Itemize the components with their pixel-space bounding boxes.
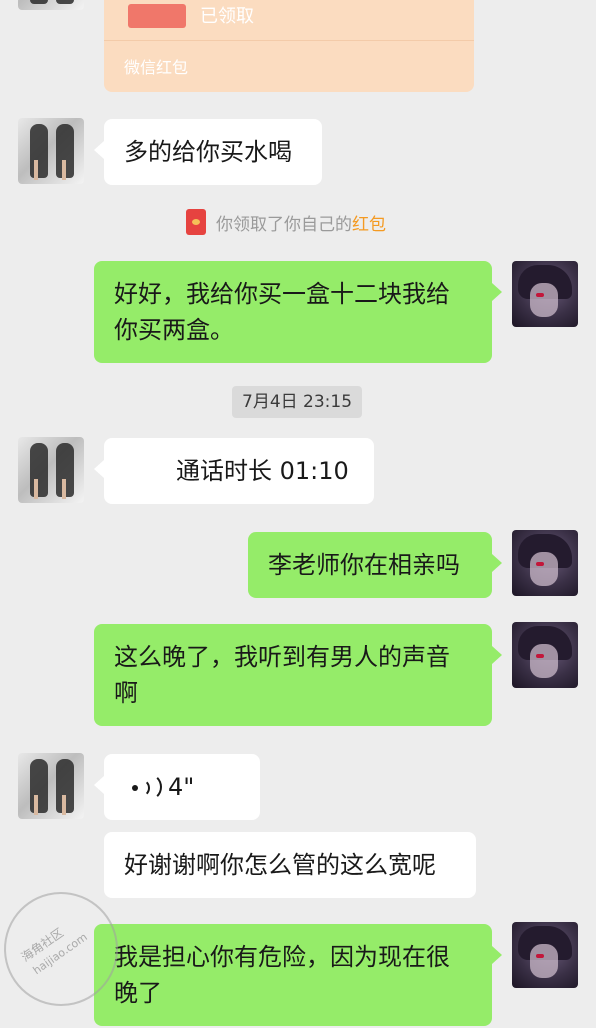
my-avatar[interactable] <box>512 622 578 688</box>
my-avatar[interactable] <box>512 261 578 327</box>
message-text: 多的给你买水喝 <box>124 138 292 166</box>
my-avatar[interactable] <box>512 922 578 988</box>
red-packet-status: 已领取 <box>200 6 254 27</box>
red-packet-card[interactable]: 已领取 微信红包 <box>104 0 474 92</box>
voice-message-bubble[interactable]: 4" <box>94 754 260 820</box>
message-bubble-sent[interactable]: 李老师你在相亲吗 <box>248 532 502 598</box>
call-record-bubble[interactable]: 通话时长 01:10 <box>94 438 374 504</box>
contact-avatar[interactable] <box>18 753 84 819</box>
message-bubble-received[interactable]: 好谢谢啊你怎么管的这么宽呢 <box>104 832 476 898</box>
message-bubble-received[interactable]: 多的给你买水喝 <box>94 119 322 185</box>
message-bubble-sent[interactable]: 好好，我给你买一盒十二块我给 你买两盒。 <box>94 261 502 363</box>
voice-duration: 4" <box>168 773 195 801</box>
red-packet-icon <box>128 4 186 28</box>
message-bubble-sent[interactable]: 我是担心你有危险，因为现在很 晚了 <box>94 924 502 1026</box>
system-notice: 你领取了你自己的 红包 <box>186 209 386 235</box>
message-line: 啊 <box>114 679 138 707</box>
contact-avatar[interactable] <box>18 437 84 503</box>
message-line: 这么晚了，我听到有男人的声音 <box>114 643 450 671</box>
message-bubble-sent[interactable]: 这么晚了，我听到有男人的声音 啊 <box>94 624 502 726</box>
my-avatar[interactable] <box>512 530 578 596</box>
message-line: 晚了 <box>114 979 162 1007</box>
message-text: 好谢谢啊你怎么管的这么宽呢 <box>124 851 436 879</box>
red-packet-icon <box>186 209 206 235</box>
contact-avatar[interactable] <box>18 0 84 10</box>
message-line: 你买两盒。 <box>114 316 234 344</box>
red-packet-divider <box>104 40 474 41</box>
voice-wave-icon <box>132 773 162 801</box>
contact-avatar[interactable] <box>18 118 84 184</box>
red-packet-link[interactable]: 红包 <box>352 210 386 235</box>
message-line: 我是担心你有危险，因为现在很 <box>114 943 450 971</box>
red-packet-footer: 微信红包 <box>124 58 189 77</box>
system-notice-text: 你领取了你自己的 <box>216 214 352 235</box>
message-text: 李老师你在相亲吗 <box>268 551 460 579</box>
chat-timestamp: 7月4日 23:15 <box>232 386 363 418</box>
call-duration-text: 通话时长 01:10 <box>176 457 349 485</box>
message-line: 好好，我给你买一盒十二块我给 <box>114 280 450 308</box>
